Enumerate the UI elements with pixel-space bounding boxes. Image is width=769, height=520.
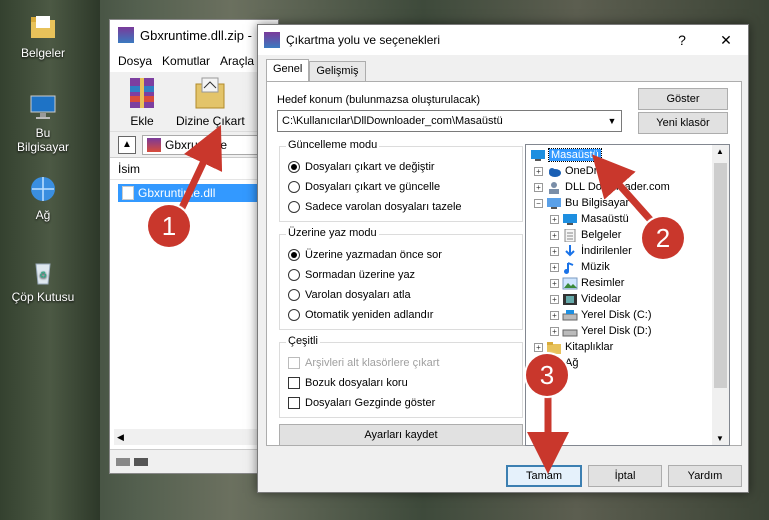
- annotation-arrows: [176, 124, 658, 474]
- step-badge-2: 2: [642, 217, 684, 259]
- arrow-step-2: [592, 154, 658, 228]
- step-badge-1: 1: [148, 205, 190, 247]
- step-badge-3: 3: [526, 354, 568, 396]
- arrow-step-1: [176, 124, 223, 214]
